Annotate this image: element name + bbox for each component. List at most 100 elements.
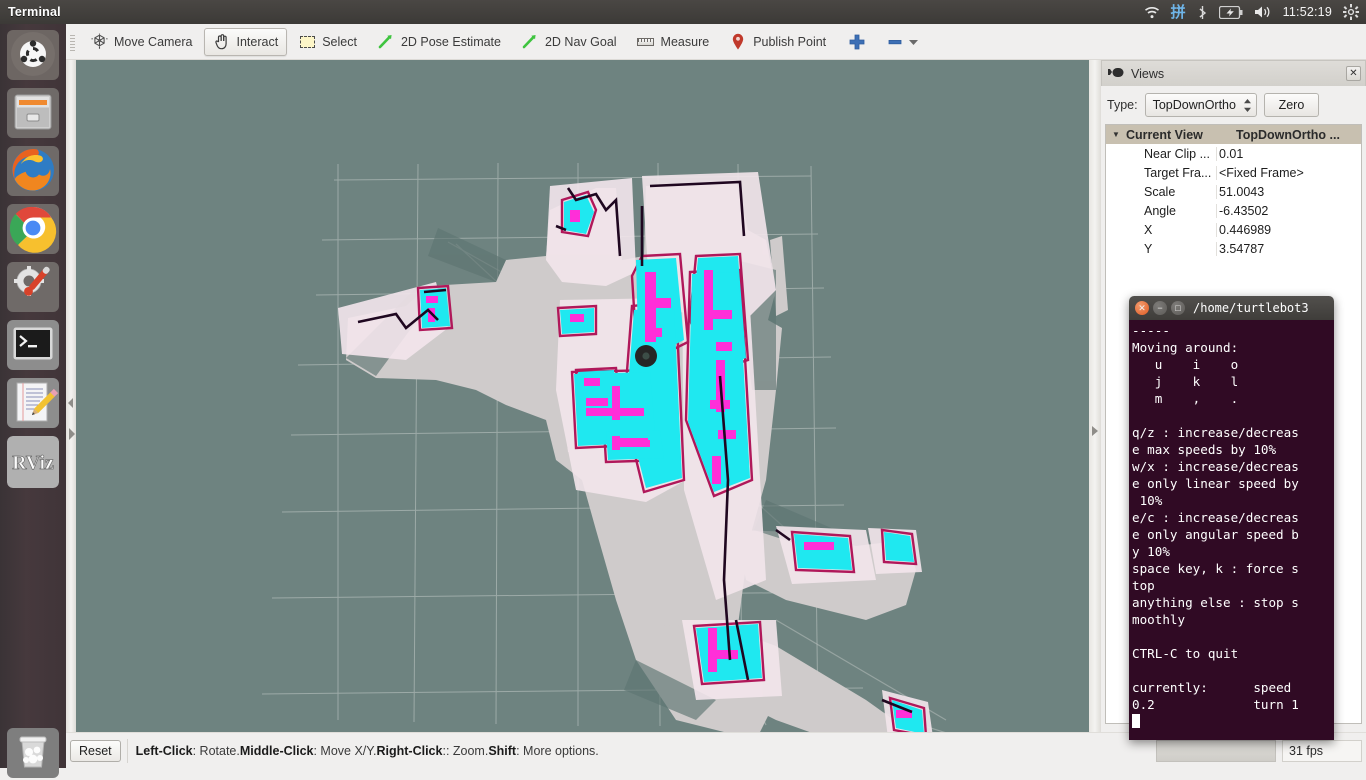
- terminal-window[interactable]: ✕ − □ /home/turtlebot3 ----- Moving arou…: [1129, 296, 1334, 740]
- pose-arrow-icon: [377, 33, 395, 51]
- property-name: X: [1144, 222, 1153, 237]
- tool-2d-nav-goal[interactable]: 2D Nav Goal: [512, 28, 626, 56]
- tool-publish-point[interactable]: Publish Point: [720, 28, 835, 56]
- table-row[interactable]: Near Clip ... 0.01: [1106, 144, 1361, 163]
- hint-left-click-key: Left-Click: [135, 743, 193, 758]
- terminal-titlebar[interactable]: ✕ − □ /home/turtlebot3: [1129, 296, 1334, 320]
- launcher-item-settings[interactable]: [7, 262, 59, 314]
- zero-button[interactable]: Zero: [1263, 93, 1320, 117]
- tool-select-label: Select: [322, 34, 357, 49]
- nav-goal-arrow-icon: [521, 33, 539, 51]
- tool-move-camera[interactable]: Move Camera: [81, 28, 202, 56]
- property-value[interactable]: 0.446989: [1216, 222, 1361, 237]
- spinner-arrows-icon[interactable]: [1237, 98, 1252, 113]
- tool-2d-pose-estimate[interactable]: 2D Pose Estimate: [368, 28, 510, 56]
- input-method-icon[interactable]: 拼: [1171, 0, 1186, 24]
- fps-indicator: 31 fps: [1282, 739, 1362, 762]
- table-row[interactable]: Target Fra... <Fixed Frame>: [1106, 163, 1361, 182]
- rviz-3d-viewport[interactable]: [76, 60, 1089, 732]
- property-value[interactable]: 51.0043: [1216, 184, 1361, 199]
- toolbar-grip[interactable]: [68, 30, 77, 53]
- app-title: Terminal: [8, 5, 61, 19]
- table-row[interactable]: Angle -6.43502: [1106, 201, 1361, 220]
- tool-interact-label: Interact: [236, 34, 279, 49]
- rviz-toolbar: Move Camera Interact Select 2D Pose Esti…: [66, 24, 1366, 60]
- window-maximize-icon[interactable]: □: [1171, 301, 1185, 315]
- ruler-icon: [637, 33, 655, 51]
- property-value[interactable]: 0.01: [1216, 146, 1361, 161]
- tool-2d-pose-estimate-label: 2D Pose Estimate: [400, 34, 501, 49]
- tool-interact[interactable]: Interact: [203, 27, 288, 56]
- trash-icon: [7, 728, 59, 780]
- add-tool-button[interactable]: [837, 28, 877, 56]
- views-panel-titlebar[interactable]: Views ✕: [1101, 60, 1366, 86]
- launcher-item-chrome[interactable]: [7, 204, 59, 256]
- splitter-left-arrow-collapse[interactable]: [68, 398, 73, 408]
- interact-hand-icon: [213, 33, 231, 51]
- splitter-left-arrow-expand[interactable]: [69, 428, 75, 440]
- svg-text:RViz: RViz: [12, 452, 54, 474]
- property-name: Scale: [1144, 184, 1176, 199]
- move-camera-icon: [90, 33, 108, 51]
- table-row[interactable]: Scale 51.0043: [1106, 182, 1361, 201]
- tree-twisty-icon[interactable]: ▼: [1106, 130, 1126, 139]
- tool-move-camera-label: Move Camera: [114, 34, 193, 49]
- launcher-item-rviz[interactable]: RViz: [7, 436, 59, 488]
- bluetooth-icon[interactable]: [1197, 0, 1208, 24]
- unity-launcher: RViz: [0, 24, 66, 778]
- map-pin-icon: [729, 33, 747, 51]
- property-name: Target Fra...: [1144, 165, 1212, 180]
- reset-button[interactable]: Reset: [70, 739, 121, 762]
- window-close-icon[interactable]: ✕: [1135, 301, 1149, 315]
- battery-icon[interactable]: [1218, 0, 1243, 24]
- views-tree-root-value: TopDownOrtho ...: [1236, 127, 1340, 142]
- launcher-item-terminal[interactable]: [7, 320, 59, 372]
- property-value[interactable]: -6.43502: [1216, 203, 1361, 218]
- launcher-item-firefox[interactable]: [7, 146, 59, 198]
- hint-shift-key: Shift: [488, 743, 517, 758]
- unity-top-panel: Terminal 拼 11:52:19: [0, 0, 1366, 24]
- hint-shift-val: : More options.: [516, 743, 599, 758]
- views-type-value: TopDownOrtho: [1152, 98, 1236, 112]
- left-panel-splitter[interactable]: [66, 60, 76, 732]
- table-row[interactable]: Y 3.54787: [1106, 239, 1361, 258]
- property-value[interactable]: 3.54787: [1216, 241, 1361, 256]
- window-minimize-icon[interactable]: −: [1153, 301, 1167, 315]
- launcher-item-ubuntu-dash[interactable]: [7, 30, 59, 82]
- hint-left-click-val: : Rotate.: [192, 743, 240, 758]
- terminal-icon: [7, 320, 59, 372]
- views-type-combo[interactable]: TopDownOrtho: [1144, 93, 1257, 117]
- views-type-row: Type: TopDownOrtho Zero: [1101, 86, 1366, 124]
- status-progress-area: [1156, 739, 1276, 762]
- remove-tool-button[interactable]: [879, 28, 926, 56]
- views-tree-root-row[interactable]: ▼ Current View TopDownOrtho ...: [1106, 125, 1361, 144]
- chevron-down-icon[interactable]: [907, 33, 919, 51]
- terminal-title: /home/turtlebot3: [1193, 301, 1309, 315]
- settings-icon: [7, 262, 59, 314]
- launcher-item-text-editor[interactable]: [7, 378, 59, 430]
- right-panel-splitter[interactable]: [1089, 60, 1101, 732]
- tool-measure[interactable]: Measure: [628, 28, 719, 56]
- wifi-icon[interactable]: [1144, 0, 1160, 24]
- table-row[interactable]: X 0.446989: [1106, 220, 1361, 239]
- terminal-output[interactable]: ----- Moving around: u i o j k l m , . q…: [1129, 320, 1334, 740]
- splitter-right-arrow[interactable]: [1092, 426, 1098, 436]
- tool-select[interactable]: Select: [289, 28, 366, 56]
- system-tray: 拼 11:52:19: [1144, 0, 1366, 24]
- tool-measure-label: Measure: [660, 34, 710, 49]
- launcher-item-files[interactable]: [7, 88, 59, 140]
- gear-icon[interactable]: [1343, 0, 1359, 24]
- files-icon: [7, 88, 59, 140]
- property-value[interactable]: <Fixed Frame>: [1216, 165, 1361, 180]
- close-icon[interactable]: ✕: [1346, 66, 1361, 81]
- text-editor-icon: [7, 378, 59, 430]
- rviz-scene: [76, 60, 1089, 732]
- views-type-label: Type:: [1107, 98, 1138, 112]
- chrome-icon: [7, 204, 59, 256]
- status-hint: Left-Click: Rotate. Middle-Click: Move X…: [126, 738, 1150, 763]
- camera-icon: [1108, 67, 1125, 81]
- launcher-item-trash[interactable]: [7, 728, 59, 780]
- clock[interactable]: 11:52:19: [1283, 0, 1332, 24]
- firefox-icon: [7, 146, 59, 198]
- volume-icon[interactable]: [1254, 0, 1272, 24]
